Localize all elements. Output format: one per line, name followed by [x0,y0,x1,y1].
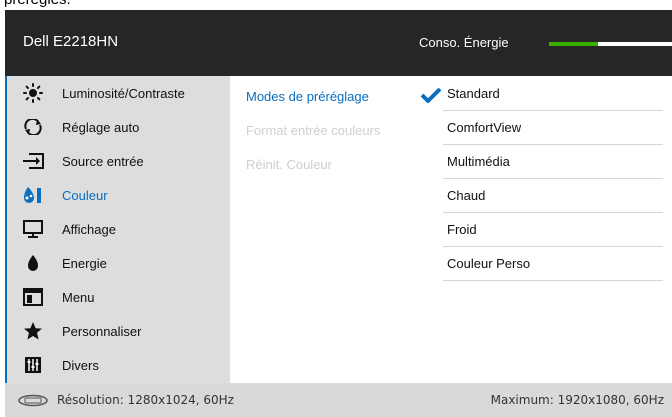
resolution-icon [18,394,48,407]
osd-main-panel: Modes de préréglage Format entrée couleu… [230,76,672,383]
sidebar-item-menu[interactable]: Menu [7,280,230,314]
submenu-modes-prereglage[interactable]: Modes de préréglage [246,89,369,104]
sidebar-item-personnaliser[interactable]: Personnaliser [7,314,230,348]
auto-adjust-icon [22,119,44,135]
color-icon [22,185,44,205]
option-label: ComfortView [447,120,522,135]
sidebar-item-energie[interactable]: Energie [7,246,230,280]
sidebar-item-divers[interactable]: Divers [7,348,230,382]
energy-label: Conso. Énergie [419,35,509,50]
input-source-icon [22,153,44,169]
sidebar-item-label: Luminosité/Contraste [62,85,185,101]
monitor-model: Dell E2218HN [23,33,119,50]
max-resolution-text: Maximum: 1920x1080, 60Hz [490,393,664,407]
option-label: Chaud [447,188,486,203]
resolution-text: Résolution: 1280x1024, 60Hz [57,393,234,407]
option-couleur-perso[interactable]: Couleur Perso [443,246,663,281]
option-label: Couleur Perso [447,256,531,271]
option-froid[interactable]: Froid [443,212,663,247]
sidebar-item-label: Personnaliser [62,323,142,339]
sidebar-item-label: Divers [62,357,99,373]
energy-icon [22,254,44,272]
display-icon [22,220,44,238]
sidebar-item-source-entree[interactable]: Source entrée [7,144,230,178]
option-label: Multimédia [447,154,510,169]
sidebar-item-label: Menu [62,289,95,305]
sidebar-item-affichage[interactable]: Affichage [7,212,230,246]
sidebar-item-reglage-auto[interactable]: Réglage auto [7,110,230,144]
option-label: Standard [447,86,500,101]
energy-meter [549,42,672,46]
osd-header: Dell E2218HN Conso. Énergie [5,10,672,76]
star-icon [22,321,44,341]
sidebar-item-couleur[interactable]: Couleur [7,178,230,212]
submenu-format-entree-couleurs: Format entrée couleurs [246,123,381,138]
osd-sidebar: Luminosité/Contraste Réglage auto Source… [5,76,230,383]
option-label: Froid [447,222,477,237]
top-text: préréglés. [4,0,71,8]
energy-meter-fill [549,42,599,46]
sidebar-item-label: Source entrée [62,153,144,169]
menu-icon [22,288,44,306]
option-multimedia[interactable]: Multimédia [443,144,663,179]
monitor-osd: Dell E2218HN Conso. Énergie Luminosité/C… [5,10,672,417]
option-chaud[interactable]: Chaud [443,178,663,213]
sidebar-item-label: Réglage auto [62,119,140,135]
option-standard[interactable]: Standard [443,76,663,111]
checkmark-icon [420,87,442,103]
sidebar-item-label: Couleur [62,187,108,203]
sidebar-item-label: Energie [62,255,107,271]
others-icon [22,356,44,374]
sun-icon [22,83,44,103]
sidebar-item-label: Affichage [62,221,116,237]
osd-footer: Résolution: 1280x1024, 60Hz Maximum: 192… [5,383,672,417]
submenu-reinit-couleur: Réinit. Couleur [246,157,332,172]
sidebar-item-luminosite[interactable]: Luminosité/Contraste [7,76,230,110]
option-comfortview[interactable]: ComfortView [443,110,663,145]
